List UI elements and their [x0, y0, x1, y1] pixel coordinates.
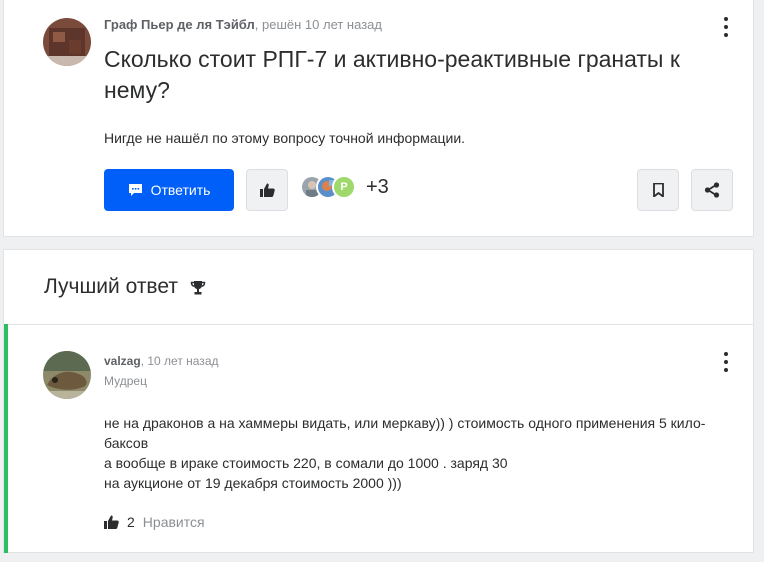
question-time: , решён 10 лет назад [254, 17, 382, 32]
answer-line: на аукционе от 19 декабря стоимость 2000… [104, 475, 402, 491]
question-title: Сколько стоит РПГ-7 и активно-реактивные… [104, 46, 680, 103]
reply-button[interactable]: Ответить [104, 169, 234, 211]
like-label: Нравится [142, 514, 205, 530]
author-avatar[interactable] [43, 18, 91, 66]
bookmark-button[interactable] [637, 169, 679, 211]
participant-avatar[interactable]: P [332, 175, 356, 199]
answer-author-rank: Мудрец [104, 374, 147, 388]
question-meta: Граф Пьер де ля Тэйбл, решён 10 лет наза… [104, 17, 382, 32]
answer-line: а вообще в ираке стоимость 220, в сомали… [104, 455, 508, 471]
reply-icon [128, 184, 142, 196]
answer-author-name[interactable]: valzag [104, 354, 141, 368]
best-answer-heading-text: Лучший ответ [44, 275, 178, 298]
like-count: 2 [127, 514, 135, 530]
answer-line: не на драконов а на хаммеры видать, или … [104, 415, 706, 451]
answer-like-button[interactable]: 2 Нравится [104, 514, 205, 530]
more-icon[interactable] [714, 350, 738, 374]
author-name[interactable]: Граф Пьер де ля Тэйбл [104, 17, 255, 32]
best-answer-heading: Лучший ответ [44, 275, 206, 299]
more-icon[interactable] [714, 15, 738, 39]
trophy-icon [190, 280, 206, 294]
answer-text: не на драконов а на хаммеры видать, или … [104, 413, 724, 493]
question-card: Граф Пьер де ля Тэйбл, решён 10 лет наза… [3, 0, 754, 237]
answer-author-avatar[interactable] [43, 351, 91, 399]
participant-initial: P [340, 181, 348, 193]
answer-time: , 10 лет назад [140, 354, 219, 368]
answer-meta: valzag, 10 лет назад [104, 354, 219, 368]
share-button[interactable] [691, 169, 733, 211]
share-icon [704, 182, 720, 198]
question-text: Нигде не нашёл по этому вопросу точной и… [104, 130, 466, 146]
more-participants-count[interactable]: +3 [366, 176, 389, 199]
like-question-button[interactable] [246, 169, 288, 211]
best-answer-card: Лучший ответ valzag, 10 лет назад Мудрец… [3, 249, 754, 553]
thumbs-up-icon [104, 515, 119, 529]
best-answer-marker [4, 324, 8, 553]
thumbs-up-icon [259, 183, 275, 197]
divider [4, 324, 753, 325]
bookmark-icon [652, 183, 664, 197]
reply-label: Ответить [150, 182, 211, 198]
